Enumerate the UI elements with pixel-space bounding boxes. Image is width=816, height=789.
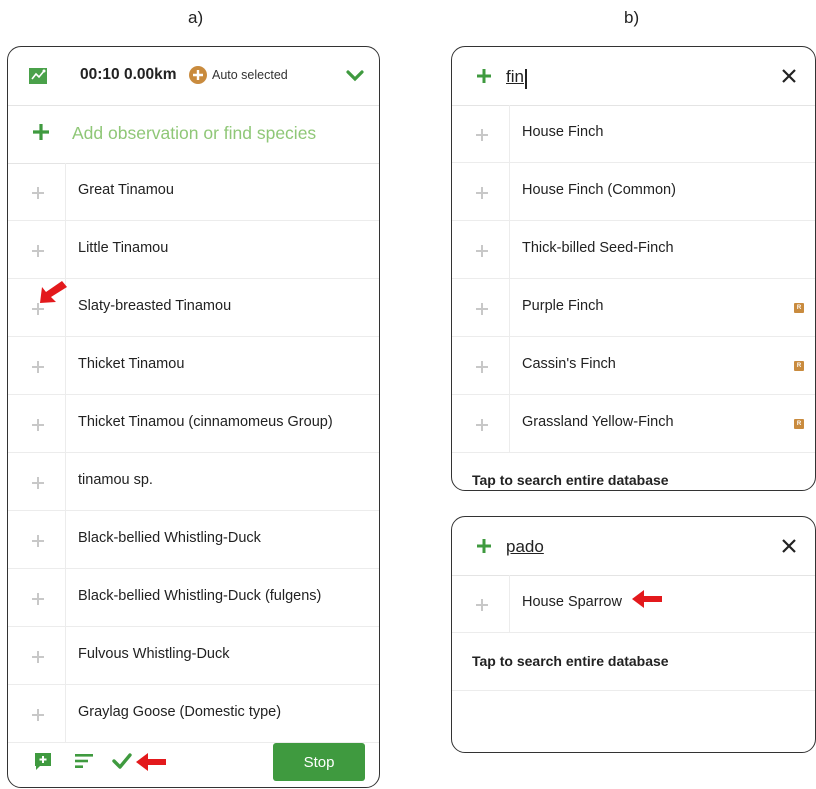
species-row[interactable]: House Finch bbox=[452, 105, 815, 163]
species-name: Thick-billed Seed-Finch bbox=[522, 240, 674, 256]
plus-icon bbox=[32, 593, 44, 605]
plus-icon bbox=[476, 68, 492, 89]
panel-a-label: a) bbox=[188, 8, 204, 27]
species-name: Grassland Yellow-Finch bbox=[522, 414, 674, 430]
search-database-link[interactable]: Tap to search entire database bbox=[472, 472, 669, 488]
species-name: Black-bellied Whistling-Duck (fulgens) bbox=[78, 588, 322, 604]
species-name: Little Tinamou bbox=[78, 240, 169, 256]
species-row[interactable]: Fulvous Whistling-Duck bbox=[8, 627, 379, 685]
add-count-button[interactable] bbox=[8, 569, 66, 626]
plus-icon bbox=[32, 651, 44, 663]
add-count-button[interactable] bbox=[452, 163, 510, 220]
species-name: House Finch (Common) bbox=[522, 182, 676, 198]
add-count-button[interactable] bbox=[8, 395, 66, 452]
species-row[interactable]: Black-bellied Whistling-Duck (fulgens) bbox=[8, 569, 379, 627]
add-count-button[interactable] bbox=[452, 221, 510, 278]
close-icon[interactable] bbox=[781, 68, 797, 89]
add-count-button[interactable] bbox=[8, 163, 66, 220]
checklist-header: 00:10 0.00km Auto selected bbox=[8, 47, 379, 106]
rare-badge: R bbox=[794, 303, 804, 313]
species-name: Fulvous Whistling-Duck bbox=[78, 646, 230, 662]
species-name: Cassin's Finch bbox=[522, 356, 616, 372]
add-count-button[interactable] bbox=[8, 453, 66, 510]
close-icon[interactable] bbox=[781, 538, 797, 559]
species-row[interactable]: Thick-billed Seed-Finch bbox=[452, 221, 815, 279]
plus-icon bbox=[32, 187, 44, 199]
plus-icon bbox=[476, 361, 488, 373]
rare-badge: R bbox=[794, 419, 804, 429]
species-row[interactable]: Thicket Tinamou bbox=[8, 337, 379, 395]
search-input[interactable]: fin bbox=[506, 67, 524, 87]
plus-icon bbox=[32, 709, 44, 721]
red-arrow-indicator bbox=[40, 281, 67, 303]
species-row[interactable]: Little Tinamou bbox=[8, 221, 379, 279]
plus-icon bbox=[476, 599, 488, 611]
species-name: Graylag Goose (Domestic type) bbox=[78, 704, 282, 720]
add-observation-bar[interactable]: Add observation or find species bbox=[8, 105, 379, 164]
red-arrow-indicator bbox=[136, 753, 166, 771]
text-cursor bbox=[525, 69, 527, 89]
plus-icon bbox=[476, 187, 488, 199]
plus-icon bbox=[32, 361, 44, 373]
species-row[interactable]: Great Tinamou bbox=[8, 163, 379, 221]
plus-icon bbox=[32, 245, 44, 257]
checklist-footer: Stop bbox=[8, 729, 379, 787]
add-count-button[interactable] bbox=[8, 221, 66, 278]
search-screen-pado: pado House Sparrow Tap to search entire … bbox=[451, 516, 816, 753]
plus-icon bbox=[32, 535, 44, 547]
add-count-button[interactable] bbox=[452, 337, 510, 394]
add-count-button[interactable] bbox=[452, 105, 510, 162]
plus-icon bbox=[476, 303, 488, 315]
plus-icon bbox=[32, 419, 44, 431]
species-row[interactable]: Thicket Tinamou (cinnamomeus Group) bbox=[8, 395, 379, 453]
species-row[interactable]: Purple Finch R bbox=[452, 279, 815, 337]
species-row[interactable]: Grassland Yellow-Finch R bbox=[452, 395, 815, 453]
add-observation-input[interactable]: Add observation or find species bbox=[72, 123, 316, 144]
chevron-down-icon[interactable] bbox=[346, 69, 364, 88]
add-count-button[interactable] bbox=[452, 279, 510, 336]
species-name: House Finch bbox=[522, 124, 604, 140]
species-name: tinamou sp. bbox=[78, 472, 153, 488]
species-name: Purple Finch bbox=[522, 298, 604, 314]
species-name: House Sparrow bbox=[522, 594, 622, 610]
checklist-screen: 00:10 0.00km Auto selected Add observati… bbox=[7, 46, 380, 788]
species-row[interactable]: Black-bellied Whistling-Duck bbox=[8, 511, 379, 569]
sort-icon[interactable] bbox=[74, 753, 94, 774]
red-arrow-indicator bbox=[632, 590, 662, 608]
search-bar[interactable]: pado bbox=[452, 517, 815, 576]
search-input[interactable]: pado bbox=[506, 537, 544, 557]
species-row[interactable]: tinamou sp. bbox=[8, 453, 379, 511]
search-database-link[interactable]: Tap to search entire database bbox=[472, 653, 669, 669]
plus-icon bbox=[32, 477, 44, 489]
location-pin-icon[interactable] bbox=[188, 65, 208, 90]
plus-icon bbox=[476, 129, 488, 141]
add-comment-icon[interactable] bbox=[33, 751, 53, 776]
plus-icon bbox=[32, 123, 50, 146]
plus-icon bbox=[476, 538, 492, 559]
rare-badge: R bbox=[794, 361, 804, 371]
add-count-button[interactable] bbox=[452, 395, 510, 452]
species-row[interactable]: Cassin's Finch R bbox=[452, 337, 815, 395]
species-row[interactable]: House Finch (Common) bbox=[452, 163, 815, 221]
search-bar[interactable]: fin bbox=[452, 47, 815, 106]
location-status[interactable]: Auto selected bbox=[212, 68, 288, 82]
add-count-button[interactable] bbox=[452, 575, 510, 632]
species-name: Thicket Tinamou bbox=[78, 356, 185, 372]
plus-icon bbox=[476, 419, 488, 431]
panel-b-label: b) bbox=[624, 8, 640, 27]
species-name: Slaty-breasted Tinamou bbox=[78, 298, 232, 314]
add-count-button[interactable] bbox=[8, 511, 66, 568]
search-database-row[interactable]: Tap to search entire database bbox=[452, 633, 815, 691]
species-name: Thicket Tinamou (cinnamomeus Group) bbox=[78, 414, 333, 430]
species-name: Black-bellied Whistling-Duck bbox=[78, 530, 261, 546]
plus-icon bbox=[476, 245, 488, 257]
add-count-button[interactable] bbox=[8, 337, 66, 394]
map-icon[interactable] bbox=[28, 66, 48, 91]
stop-button[interactable]: Stop bbox=[273, 743, 365, 781]
search-screen-fin: fin House Finch House Finch (Common) Thick… bbox=[451, 46, 816, 491]
checkmark-icon[interactable] bbox=[112, 752, 132, 775]
elapsed-time-distance: 00:10 0.00km bbox=[80, 66, 177, 83]
add-count-button[interactable] bbox=[8, 627, 66, 684]
species-name: Great Tinamou bbox=[78, 182, 174, 198]
